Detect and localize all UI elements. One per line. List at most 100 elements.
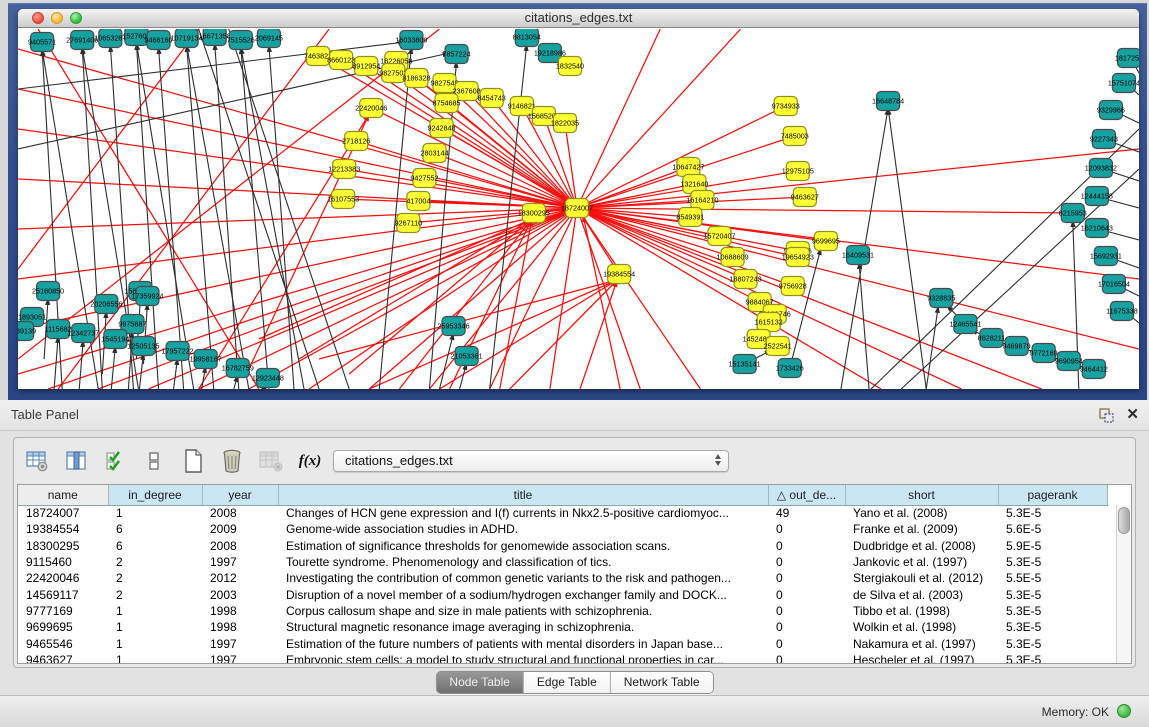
graph-node[interactable]: 16107553: [327, 190, 359, 209]
minimize-window-button[interactable]: [51, 12, 63, 24]
graph-node[interactable]: 9464412: [1080, 360, 1108, 379]
graph-node[interactable]: 19958167: [190, 350, 222, 369]
graph-node[interactable]: 8186328: [402, 69, 430, 88]
graph-node[interactable]: 417004: [406, 192, 430, 211]
table-cell[interactable]: 5.3E-5: [998, 505, 1107, 521]
table-row[interactable]: 946362711997Embryonic stem cells: a mode…: [18, 652, 1107, 664]
graph-node[interactable]: 9405571: [28, 33, 56, 52]
graph-node[interactable]: 9267110: [395, 214, 423, 233]
graph-node[interactable]: 7857224: [443, 45, 471, 64]
table-cell[interactable]: 6: [108, 538, 202, 554]
table-cell[interactable]: 0: [768, 652, 845, 664]
graph-node[interactable]: 25160850: [32, 282, 64, 301]
graph-node[interactable]: 8754685: [432, 94, 460, 113]
close-window-button[interactable]: [32, 12, 44, 24]
table-mode-icon[interactable]: [24, 448, 50, 474]
column-header-name[interactable]: name: [18, 485, 108, 505]
table-cell[interactable]: 18724007: [18, 505, 108, 521]
column-header-short[interactable]: short: [845, 485, 998, 505]
table-cell[interactable]: 1997: [202, 635, 278, 651]
select-rows-icon[interactable]: [102, 448, 128, 474]
float-panel-icon[interactable]: [1098, 407, 1115, 424]
graph-node[interactable]: 19384554: [603, 265, 635, 284]
table-cell[interactable]: 19384554: [18, 521, 108, 537]
table-cell[interactable]: 2008: [202, 505, 278, 521]
graph-node[interactable]: 9463627: [791, 188, 819, 207]
graph-node[interactable]: 18724007: [561, 199, 593, 218]
table-cell[interactable]: 9465546: [18, 635, 108, 651]
graph-node[interactable]: 8549391: [676, 208, 704, 227]
table-cell[interactable]: 5.3E-5: [998, 586, 1107, 602]
table-cell[interactable]: 2003: [202, 586, 278, 602]
graph-node[interactable]: 16782759: [222, 359, 254, 378]
table-cell[interactable]: Embryonic stem cells: a model to study s…: [278, 652, 768, 664]
graph-node[interactable]: 2069145: [255, 29, 283, 48]
close-panel-icon[interactable]: ✕: [1126, 405, 1139, 425]
table-row[interactable]: 1830029562008Estimation of significance …: [18, 538, 1107, 554]
table-cell[interactable]: 0: [768, 586, 845, 602]
graph-node[interactable]: 10647427: [672, 158, 704, 177]
table-cell[interactable]: Structural magnetic resonance image aver…: [278, 619, 768, 635]
graph-node[interactable]: 1733426: [776, 359, 804, 378]
graph-node[interactable]: 9242848: [427, 119, 455, 138]
table-cell[interactable]: Changes of HCN gene expression and I(f) …: [278, 505, 768, 521]
table-cell[interactable]: 1998: [202, 603, 278, 619]
table-cell[interactable]: 1997: [202, 554, 278, 570]
table-cell[interactable]: Estimation of the future numbers of pati…: [278, 635, 768, 651]
graph-node[interactable]: 2718126: [342, 132, 370, 151]
graph-node[interactable]: 15720407: [703, 227, 735, 246]
delete-rows-icon[interactable]: [219, 448, 245, 474]
select-columns-icon[interactable]: [63, 448, 89, 474]
graph-node[interactable]: 12975105: [782, 162, 814, 181]
table-row[interactable]: 1872400712008Changes of HCN gene express…: [18, 505, 1107, 521]
graph-node[interactable]: 17016504: [1098, 275, 1130, 294]
graph-node[interactable]: 16033809: [395, 31, 427, 50]
table-selector-dropdown[interactable]: citations_edges.txt: [333, 450, 729, 472]
table-cell[interactable]: 0: [768, 554, 845, 570]
graph-node[interactable]: 9227343: [1090, 130, 1118, 149]
graph-node[interactable]: 9734933: [772, 97, 800, 116]
graph-node[interactable]: 1832540: [556, 57, 584, 76]
graph-node[interactable]: 21053361: [451, 347, 483, 366]
graph-node[interactable]: 9427552: [410, 169, 438, 188]
table-cell[interactable]: Estimation of significance thresholds fo…: [278, 538, 768, 554]
table-cell[interactable]: 1: [108, 505, 202, 521]
tab-node-table[interactable]: Node Table: [436, 672, 524, 693]
graph-node[interactable]: 1615132: [755, 313, 783, 332]
row-height-icon[interactable]: [141, 448, 167, 474]
network-view-window[interactable]: citations_edges.txt 94055712769140610653…: [18, 9, 1139, 389]
graph-node[interactable]: 12444158: [1081, 187, 1113, 206]
table-cell[interactable]: Jankovic et al. (1997): [845, 554, 998, 570]
table-cell[interactable]: Hescheler et al. (1997): [845, 652, 998, 664]
table-cell[interactable]: Nakamura et al. (1997): [845, 635, 998, 651]
table-cell[interactable]: Investigating the contribution of common…: [278, 570, 768, 586]
graph-node[interactable]: 7515526: [227, 31, 255, 50]
graph-node[interactable]: 9699695: [812, 232, 840, 251]
graph-node[interactable]: 16164210: [686, 191, 718, 210]
table-row[interactable]: 2242004622012Investigating the contribut…: [18, 570, 1107, 586]
table-row[interactable]: 911546021997Tourette syndrome. Phenomeno…: [18, 554, 1107, 570]
graph-node[interactable]: 19654923: [782, 248, 814, 267]
graph-node[interactable]: 11675338: [1106, 302, 1138, 321]
graph-node[interactable]: 15692931: [1090, 247, 1122, 266]
column-header-out_degree[interactable]: △ out_de...: [768, 485, 845, 505]
table-cell[interactable]: Disruption of a novel member of a sodium…: [278, 586, 768, 602]
table-cell[interactable]: 2: [108, 570, 202, 586]
table-cell[interactable]: 5.6E-5: [998, 521, 1107, 537]
graph-node[interactable]: 2522541: [764, 337, 792, 356]
network-canvas[interactable]: 9405571276914061065328715276029466160107…: [18, 29, 1139, 389]
table-cell[interactable]: 5.5E-5: [998, 570, 1107, 586]
table-cell[interactable]: 1: [108, 635, 202, 651]
table-cell[interactable]: 0: [768, 521, 845, 537]
graph-node[interactable]: 1545194: [101, 330, 129, 349]
graph-node[interactable]: 12213383: [328, 160, 360, 179]
graph-node[interactable]: 9466160: [144, 31, 172, 50]
table-cell[interactable]: Corpus callosum shape and size in male p…: [278, 603, 768, 619]
graph-node[interactable]: 15751074: [1108, 74, 1139, 93]
table-cell[interactable]: Dudbridge et al. (2008): [845, 538, 998, 554]
table-cell[interactable]: 5.3E-5: [998, 652, 1107, 664]
column-header-year[interactable]: year: [202, 485, 278, 505]
table-cell[interactable]: 0: [768, 635, 845, 651]
table-cell[interactable]: 9777169: [18, 603, 108, 619]
graph-node[interactable]: 16210643: [1081, 219, 1113, 238]
